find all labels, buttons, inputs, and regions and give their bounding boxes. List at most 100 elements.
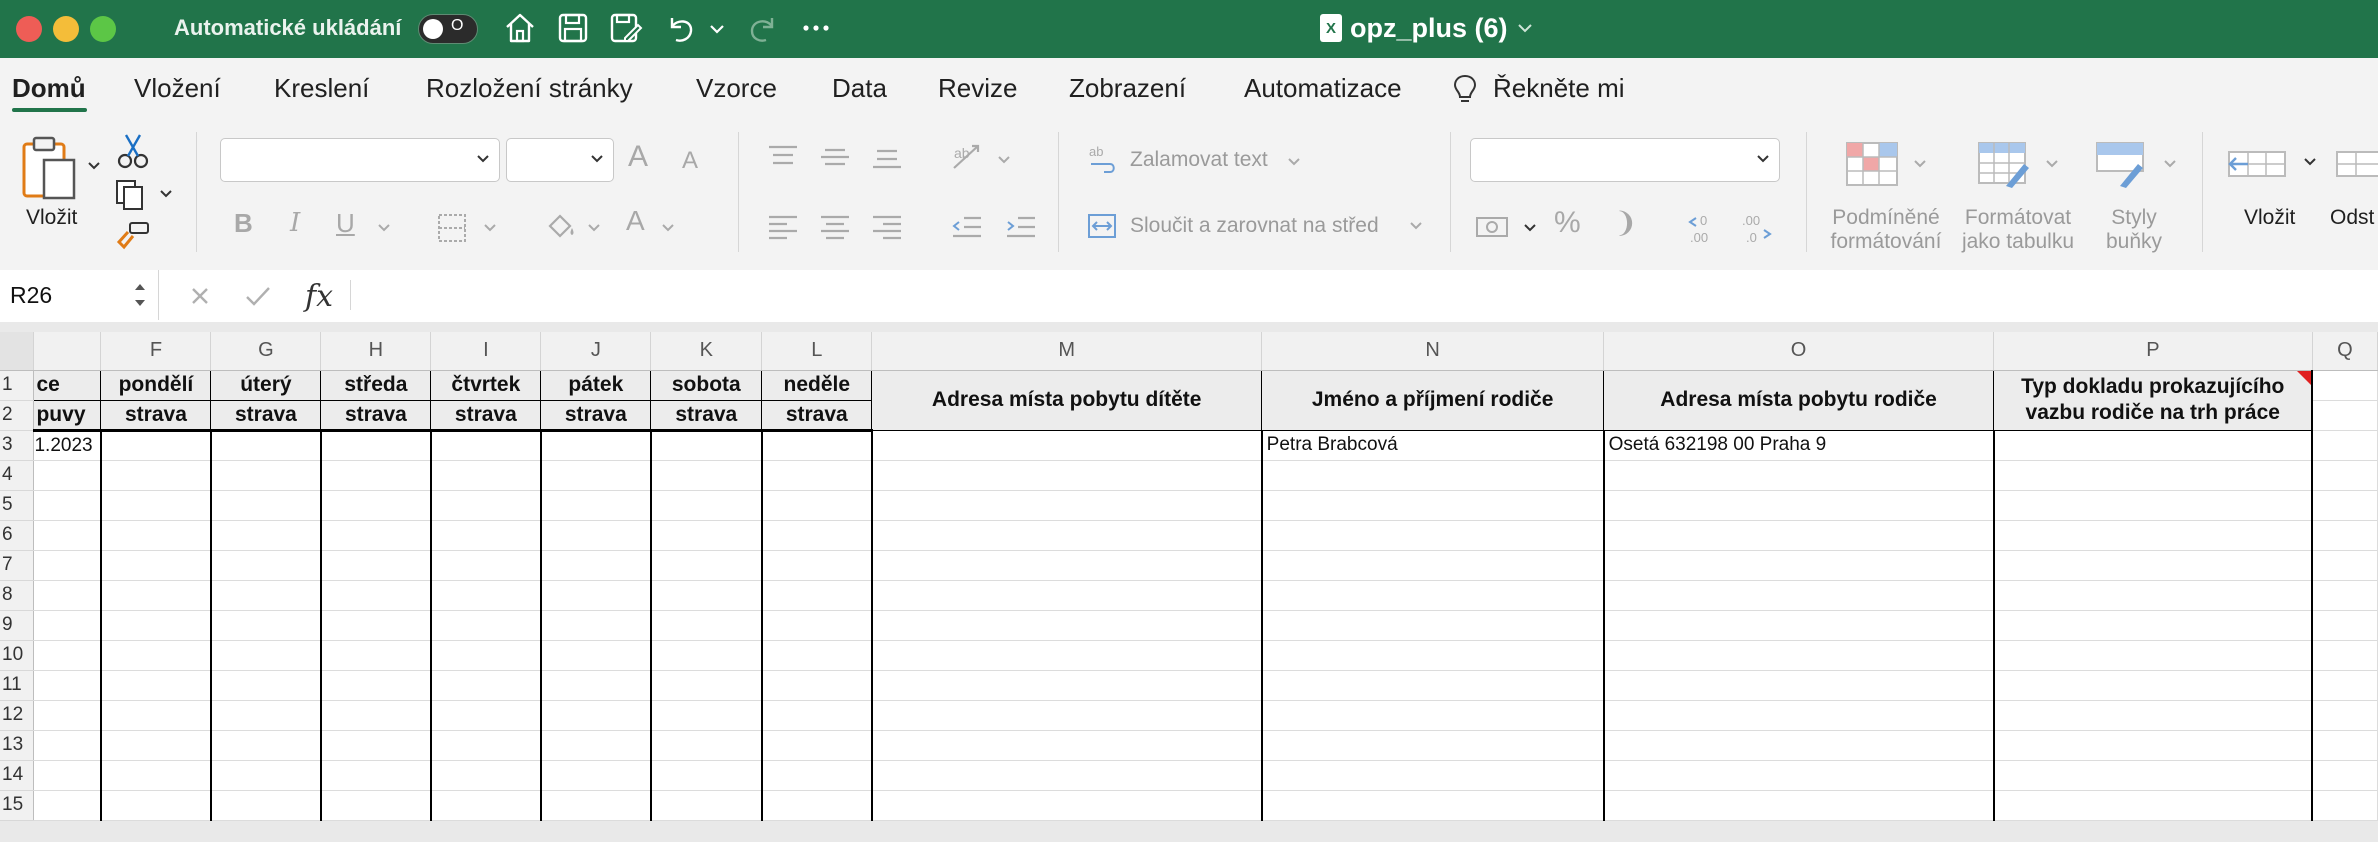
column-header-G[interactable]: G (210, 332, 322, 371)
cell[interactable] (1603, 790, 1995, 821)
cell[interactable] (871, 490, 1263, 521)
font-color-button[interactable]: A (626, 206, 645, 236)
cell[interactable] (871, 550, 1263, 581)
tell-me-search[interactable]: Řekněte mi (1493, 72, 1625, 104)
font-size-dropdown[interactable] (506, 138, 614, 182)
decrease-decimal-icon[interactable]: .00.0 (1738, 210, 1776, 246)
cell[interactable] (2312, 430, 2378, 461)
cell[interactable] (650, 730, 763, 761)
cell[interactable] (871, 730, 1263, 761)
column-header-J[interactable]: J (540, 332, 652, 371)
cell[interactable] (540, 730, 652, 761)
header-cell[interactable]: ce (33, 369, 102, 401)
wrap-text-button[interactable]: Zalamovat text (1130, 148, 1268, 172)
cell[interactable] (430, 610, 542, 641)
cell[interactable] (540, 760, 652, 791)
row-header[interactable]: 8 (0, 580, 35, 611)
cell[interactable] (871, 670, 1263, 701)
cell[interactable] (320, 790, 432, 821)
tab-page-layout[interactable]: Rozložení stránky (426, 72, 633, 104)
cell[interactable] (1261, 760, 1605, 791)
cell[interactable] (761, 490, 873, 521)
conditional-formatting-icon[interactable] (1844, 140, 1900, 188)
cell-styles-button[interactable]: Styly buňky (2084, 206, 2184, 254)
cell[interactable] (540, 520, 652, 551)
borders-icon[interactable] (436, 212, 468, 244)
cell[interactable] (430, 790, 542, 821)
cell[interactable] (650, 640, 763, 671)
cell[interactable] (100, 640, 212, 671)
cell[interactable] (33, 460, 102, 491)
cell[interactable] (210, 670, 322, 701)
cell[interactable] (761, 670, 873, 701)
copy-icon[interactable] (114, 178, 154, 212)
row-header[interactable]: 13 (0, 730, 35, 761)
header-cell[interactable]: sobota (650, 369, 763, 401)
row-header[interactable]: 12 (0, 700, 35, 731)
accounting-dropdown-chevron-icon[interactable] (1522, 220, 1538, 236)
row-header[interactable]: 1 (0, 370, 35, 401)
cell[interactable] (1993, 610, 2314, 641)
merge-center-button[interactable]: Sloučit a zarovnat na střed (1130, 214, 1379, 238)
cell[interactable] (320, 460, 432, 491)
cell[interactable] (2312, 460, 2378, 491)
column-header-P[interactable]: P (1993, 332, 2313, 371)
cell[interactable] (1603, 580, 1995, 611)
undo-icon[interactable] (662, 10, 698, 46)
cell[interactable] (2312, 490, 2378, 521)
cell[interactable] (1993, 700, 2314, 731)
cell[interactable] (210, 430, 322, 461)
column-header-N[interactable]: N (1261, 332, 1605, 371)
row-header[interactable]: 5 (0, 490, 35, 521)
column-header-O[interactable]: O (1603, 332, 1995, 371)
paste-icon[interactable] (20, 134, 82, 202)
home-icon[interactable] (502, 10, 538, 46)
cell[interactable] (871, 700, 1263, 731)
cell[interactable] (100, 520, 212, 551)
cell[interactable] (210, 730, 322, 761)
cell[interactable] (100, 490, 212, 521)
cell[interactable] (1261, 520, 1605, 551)
cell[interactable] (100, 760, 212, 791)
orientation-dropdown-chevron-icon[interactable] (996, 152, 1012, 168)
cell[interactable] (2312, 760, 2378, 791)
number-format-dropdown[interactable] (1470, 138, 1780, 182)
cell[interactable]: 1.2023 (33, 430, 102, 461)
cell[interactable] (2311, 370, 2378, 401)
header-cell[interactable]: strava (320, 399, 432, 432)
cell[interactable] (320, 640, 432, 671)
cell[interactable] (100, 670, 212, 701)
cell[interactable] (2311, 400, 2378, 431)
fill-color-icon[interactable] (544, 210, 578, 244)
cell-parent-name[interactable]: Petra Brabcová (1261, 430, 1605, 461)
format-painter-icon[interactable] (116, 220, 152, 252)
cell[interactable] (430, 550, 542, 581)
minimize-window-button[interactable] (53, 16, 79, 42)
cell[interactable] (1261, 730, 1605, 761)
cell[interactable] (33, 760, 102, 791)
cell[interactable] (2312, 610, 2378, 641)
tab-insert[interactable]: Vložení (134, 72, 221, 104)
cell[interactable] (430, 430, 542, 461)
name-box-stepper-icon[interactable] (132, 278, 148, 312)
cell[interactable] (650, 790, 763, 821)
align-middle-icon[interactable] (818, 142, 852, 172)
cell[interactable] (761, 550, 873, 581)
tab-view[interactable]: Zobrazení (1069, 72, 1186, 104)
header-cell[interactable]: strava (430, 399, 542, 432)
header-cell[interactable]: strava (100, 399, 212, 432)
cell[interactable] (430, 640, 542, 671)
confirm-entry-icon[interactable] (244, 284, 272, 308)
cell[interactable] (761, 520, 873, 551)
undo-dropdown-chevron-icon[interactable] (706, 10, 728, 46)
cell[interactable] (650, 670, 763, 701)
cell[interactable] (1261, 580, 1605, 611)
cell[interactable] (430, 760, 542, 791)
delete-cells-button[interactable]: Odst (2330, 206, 2374, 230)
cell[interactable] (1261, 610, 1605, 641)
cell[interactable] (650, 520, 763, 551)
column-header-L[interactable]: L (761, 332, 873, 371)
cell[interactable] (1993, 790, 2314, 821)
cell[interactable] (320, 430, 432, 461)
cell[interactable] (1603, 490, 1995, 521)
